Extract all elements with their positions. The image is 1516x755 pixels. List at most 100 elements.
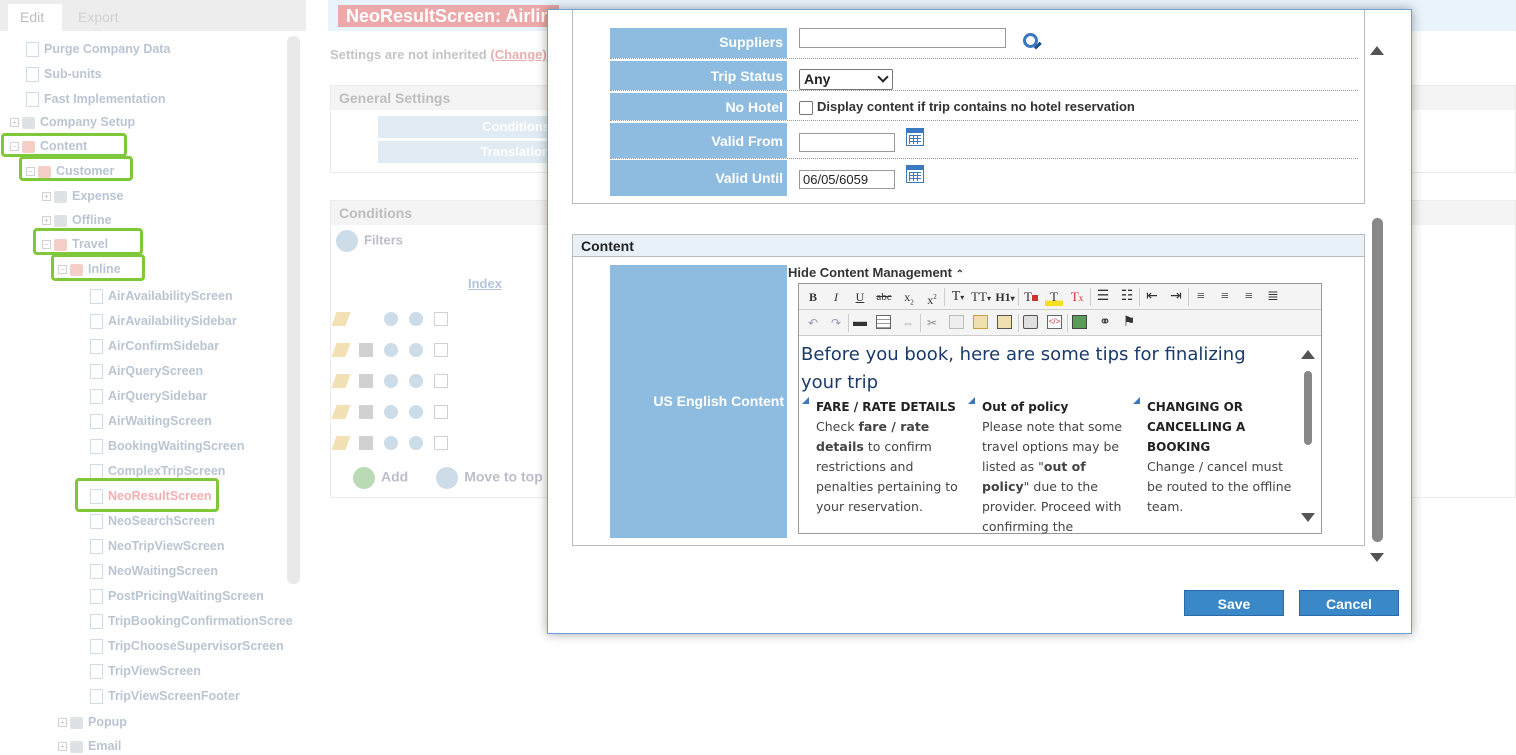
bold-icon[interactable]: B <box>805 288 821 306</box>
strikethrough-icon[interactable]: abc <box>874 288 894 306</box>
trash-icon[interactable] <box>359 342 373 357</box>
expand-icon[interactable]: + <box>42 192 51 202</box>
add-icon[interactable] <box>353 467 375 489</box>
heading-icon[interactable]: H1▾ <box>994 288 1016 306</box>
edit-icon[interactable] <box>331 404 351 419</box>
expand-icon[interactable]: + <box>58 742 67 752</box>
move-up-icon[interactable] <box>384 373 398 388</box>
row-checkbox[interactable] <box>434 373 448 388</box>
align-right-icon[interactable]: ≡ <box>1240 288 1258 306</box>
font-name-icon[interactable]: T▾ <box>948 288 968 306</box>
tree-item[interactable]: AirQuerySidebar <box>90 387 207 405</box>
tree-item[interactable]: + Expense <box>42 187 123 205</box>
move-to-top-button[interactable]: Move to top <box>464 469 543 485</box>
translation-row[interactable]: Translation <box>378 141 558 163</box>
suppliers-input[interactable] <box>799 28 1006 48</box>
editor-scrollbar[interactable] <box>1301 350 1315 526</box>
tree-item[interactable]: TripViewScreenFooter <box>90 687 240 705</box>
horizontal-rule-icon[interactable]: ▬ <box>852 314 868 332</box>
tree-item[interactable]: Purge Company Data <box>26 40 170 58</box>
move-down-icon[interactable] <box>409 404 423 419</box>
conditions-row[interactable]: Conditions <box>378 116 558 138</box>
expand-icon[interactable]: + <box>58 718 67 728</box>
anchor-icon[interactable]: ⇔ <box>899 314 917 332</box>
font-size-icon[interactable]: TT▾ <box>970 288 992 306</box>
outdent-icon[interactable]: ⇤ <box>1143 288 1161 306</box>
tree-item[interactable]: BookingWaitingScreen <box>90 437 244 455</box>
scroll-down-icon[interactable] <box>1370 553 1384 562</box>
tree-item[interactable]: AirAvailabilitySidebar <box>90 312 237 330</box>
trash-icon[interactable] <box>359 373 373 388</box>
move-up-icon[interactable] <box>384 404 398 419</box>
search-icon[interactable] <box>1023 33 1038 48</box>
change-link[interactable]: (Change) <box>490 47 546 62</box>
move-up-icon[interactable] <box>384 342 398 357</box>
redo-icon[interactable]: ↷ <box>828 314 844 332</box>
row-checkbox[interactable] <box>434 435 448 450</box>
row-checkbox[interactable] <box>434 404 448 419</box>
edit-icon[interactable] <box>331 311 351 326</box>
edit-icon[interactable] <box>331 373 351 388</box>
editor-body[interactable]: Before you book, here are some tips for … <box>799 337 1304 534</box>
move-up-icon[interactable] <box>384 311 398 326</box>
dialog-scrollbar[interactable] <box>1370 40 1386 570</box>
copy-icon[interactable] <box>949 315 964 329</box>
image-icon[interactable] <box>1072 315 1087 329</box>
link-icon[interactable]: ⚭ <box>1096 314 1114 332</box>
move-down-icon[interactable] <box>409 435 423 450</box>
move-down-icon[interactable] <box>409 311 423 326</box>
align-left-icon[interactable]: ≡ <box>1192 288 1210 306</box>
tree-item[interactable]: NeoWaitingScreen <box>90 562 218 580</box>
flag-icon[interactable]: ⚑ <box>1119 314 1139 332</box>
scroll-up-icon[interactable] <box>1301 350 1315 359</box>
indent-icon[interactable]: ⇥ <box>1167 288 1185 306</box>
expand-icon[interactable]: + <box>10 118 19 128</box>
source-code-icon[interactable]: </> <box>1047 315 1062 329</box>
highlight-color-icon[interactable]: T <box>1045 288 1063 306</box>
print-icon[interactable] <box>1023 315 1038 329</box>
paste-icon[interactable] <box>973 315 988 329</box>
filters-button[interactable]: Filters <box>336 230 403 252</box>
tab-edit[interactable]: Edit <box>8 4 62 31</box>
tree-item[interactable]: PostPricingWaitingScreen <box>90 587 264 605</box>
tab-export[interactable]: Export <box>66 4 130 31</box>
expand-icon[interactable]: + <box>42 216 51 226</box>
trash-icon[interactable] <box>359 404 373 419</box>
tree-item[interactable]: + Email <box>58 737 121 755</box>
scroll-down-icon[interactable] <box>1301 513 1315 522</box>
underline-icon[interactable]: U <box>852 288 868 306</box>
tree-item[interactable]: + Company Setup <box>10 113 135 131</box>
tree-item[interactable]: Sub-units <box>26 65 102 83</box>
tree-scrollbar[interactable] <box>287 36 300 584</box>
index-column-header[interactable]: Index <box>468 276 502 291</box>
undo-icon[interactable]: ↶ <box>805 314 821 332</box>
add-button[interactable]: Add <box>381 469 408 485</box>
align-center-icon[interactable]: ≡ <box>1216 288 1234 306</box>
valid-from-input[interactable] <box>799 133 895 152</box>
text-color-icon[interactable]: T <box>1022 288 1040 306</box>
no-hotel-checkbox[interactable] <box>799 100 813 115</box>
move-down-icon[interactable] <box>409 342 423 357</box>
tree-item[interactable]: TripChooseSupervisorScreen <box>90 637 284 655</box>
calendar-icon[interactable] <box>906 165 924 183</box>
bulleted-list-icon[interactable]: ☰ <box>1094 288 1112 306</box>
tree-item[interactable]: AirWaitingScreen <box>90 412 212 430</box>
tree-item[interactable]: + Popup <box>58 713 127 731</box>
tree-item[interactable]: Fast Implementation <box>26 90 166 108</box>
tree-item[interactable]: TripBookingConfirmationScree <box>90 612 293 630</box>
trash-icon[interactable] <box>359 435 373 450</box>
subscript-icon[interactable]: x2 <box>900 288 918 306</box>
move-to-top-icon[interactable] <box>436 467 459 489</box>
superscript-icon[interactable]: x2 <box>923 288 941 307</box>
italic-icon[interactable]: I <box>828 288 844 306</box>
tree-item[interactable]: NeoSearchScreen <box>90 512 215 530</box>
remove-format-icon[interactable]: Tx <box>1068 288 1086 306</box>
editor-scroll-thumb[interactable] <box>1304 371 1312 445</box>
table-icon[interactable] <box>876 315 891 329</box>
cut-icon[interactable]: ✂ <box>924 314 940 332</box>
justify-icon[interactable]: ≣ <box>1264 288 1282 306</box>
trip-status-select[interactable]: Any <box>799 69 893 90</box>
cancel-button[interactable]: Cancel <box>1299 590 1399 616</box>
scroll-up-icon[interactable] <box>1370 46 1384 55</box>
move-down-icon[interactable] <box>409 373 423 388</box>
